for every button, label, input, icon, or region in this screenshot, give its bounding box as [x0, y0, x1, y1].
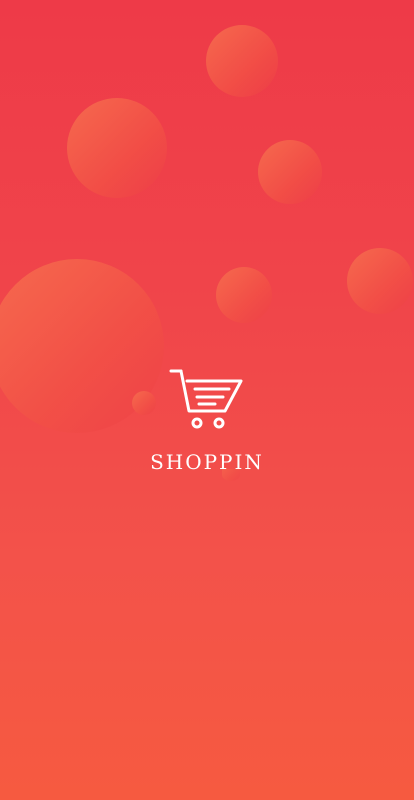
decorative-bubble	[67, 98, 167, 198]
decorative-bubble	[216, 267, 272, 323]
decorative-bubble	[206, 25, 278, 97]
decorative-bubble	[258, 140, 322, 204]
app-logo	[0, 365, 414, 438]
decorative-bubble	[347, 248, 413, 314]
brand-name: SHOPPIN	[150, 450, 264, 474]
splash-screen: SHOPPIN	[0, 0, 414, 800]
shopping-cart-icon	[169, 369, 243, 429]
